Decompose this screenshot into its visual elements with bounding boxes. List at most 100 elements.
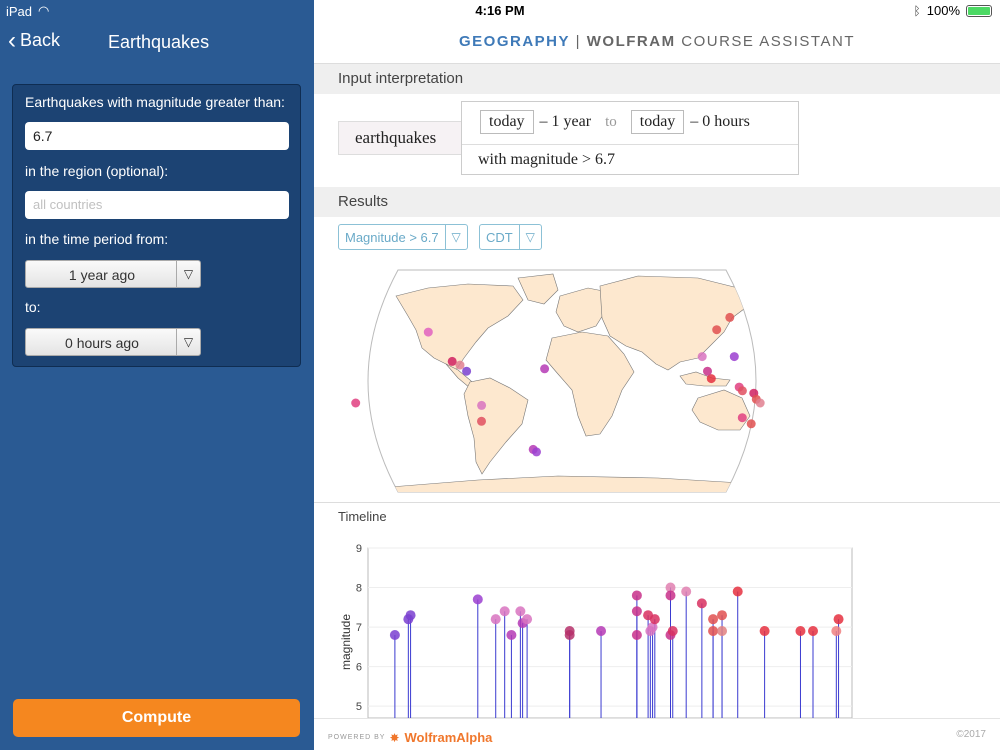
earthquake-marker [351,398,361,408]
earthquake-marker [737,386,747,396]
end-offset: – 0 hours [690,113,750,130]
earthquake-world-map [351,269,765,493]
results-header: Results [314,187,1000,217]
section-divider [314,502,1000,503]
y-tick-label: 8 [356,583,362,595]
earthquake-marker [447,356,457,366]
input-interpretation-header: Input interpretation [314,64,1000,94]
header-course-assistant: COURSE ASSISTANT [681,33,855,50]
footer: POWERED BY ✸ WolframAlpha ©2017 [314,718,1000,750]
earthquake-marker [477,416,486,426]
from-dropdown[interactable]: 1 year ago ▽ [25,260,201,288]
magnitude-label: Earthquakes with magnitude greater than: [25,94,285,110]
triangle-down-icon: ▽ [518,225,541,249]
timeline-point [831,626,842,637]
back-label: Back [20,30,61,50]
timeline-point [681,586,692,597]
timeline-point [708,626,719,637]
timeline-grid [367,547,853,719]
earthquake-marker [462,366,472,376]
timeline-point [649,614,660,625]
timeline-point [759,626,770,637]
header-geography: GEOGRAPHY [458,33,570,50]
start-offset: – 1 year [539,113,592,130]
wolfram-spikey-icon: ✸ [389,730,401,745]
sidebar-nav-bar: ‹ Back Earthquakes [0,20,314,64]
bluetooth-icon: ᛒ [913,3,921,18]
timeline-point [708,614,719,625]
wolframalpha-brand: WolframAlpha [404,730,493,745]
earthquake-marker [712,325,722,335]
to-word: to [605,113,617,130]
timeline-point [499,606,510,617]
timeline-point [506,629,517,640]
timeline-point [389,629,400,640]
earthquake-marker [703,366,712,376]
app-header: GEOGRAPHY | WOLFRAM COURSE ASSISTANT [314,20,1000,64]
timeline-point [522,614,533,625]
earthquake-marker [697,352,707,362]
sidebar-title: Earthquakes [108,32,210,52]
timeline-points [389,582,844,640]
new-zealand [751,427,756,445]
powered-label: POWERED BY [328,734,386,741]
timeline-point [665,590,676,601]
from-value: 1 year ago [68,267,136,283]
earthquake-marker [729,352,739,362]
interp-params: today – 1 year to today – 0 hours with m… [461,101,799,175]
earthquake-marker [455,360,465,370]
earthquake-marker [532,447,541,457]
powered-by: POWERED BY ✸ WolframAlpha [328,730,492,745]
timeline-point [564,629,575,640]
timeline-point [696,598,707,609]
triangle-down-icon: ▽ [176,329,200,355]
timeline-point [631,629,642,640]
magnitude-filter-label: Magnitude > 6.7 [345,229,439,245]
main-panel: GEOGRAPHY | WOLFRAM COURSE ASSISTANT Inp… [314,0,1000,750]
timeline-stems [394,587,840,718]
plot-frame [367,547,853,719]
earthquake-marker [737,413,747,423]
timeline-point [667,626,678,637]
timeline-point [631,590,642,601]
end-chip[interactable]: today [630,110,685,134]
interp-time-row: today – 1 year to today – 0 hours [480,110,750,134]
chevron-left-icon: ‹ [8,26,16,54]
earthquake-marker [746,419,756,429]
from-label: in the time period from: [25,231,169,247]
timeline-point [717,626,728,637]
header-separator: | [575,33,582,50]
timeline-point [833,614,844,625]
to-dropdown[interactable]: 0 hours ago ▽ [25,328,201,356]
to-value: 0 hours ago [65,335,139,351]
region-field[interactable]: all countries [25,191,289,219]
earthquake-marker [725,312,735,322]
timeline-title: Timeline [338,509,387,524]
back-button[interactable]: ‹ Back [8,26,61,54]
region-label: in the region (optional): [25,163,169,179]
status-bar: iPad ◠ 4:16 PM ᛒ 100% [0,0,1000,20]
header-wolfram: WOLFRAM [586,33,676,50]
sidebar: ‹ Back Earthquakes Earthquakes with magn… [0,0,314,750]
timeline-point [808,626,819,637]
timezone-label: CDT [486,229,513,245]
timeline-chart: 5 6 7 8 9 magnitude [339,543,853,719]
timeline-point [631,606,642,617]
earthquake-marker [540,364,550,374]
battery-fill [968,6,990,15]
battery-percent: 100% [926,3,960,18]
earthquake-marker [477,400,487,410]
status-right: ᛒ 100% [914,3,992,18]
interp-subject: earthquakes [338,121,462,155]
magnitude-filter-dropdown[interactable]: Magnitude > 6.7 ▽ [338,224,468,250]
start-chip[interactable]: today [480,110,534,134]
compute-button[interactable]: Compute [13,699,300,737]
timeline-point [732,586,743,597]
magnitude-field[interactable]: 6.7 [25,122,289,150]
timeline-point [472,594,483,605]
timezone-dropdown[interactable]: CDT ▽ [479,224,542,250]
y-tick-label: 9 [356,543,362,555]
interp-condition: with magnitude > 6.7 [462,144,798,175]
y-axis-label: magnitude [339,614,353,670]
battery-icon [966,4,992,17]
